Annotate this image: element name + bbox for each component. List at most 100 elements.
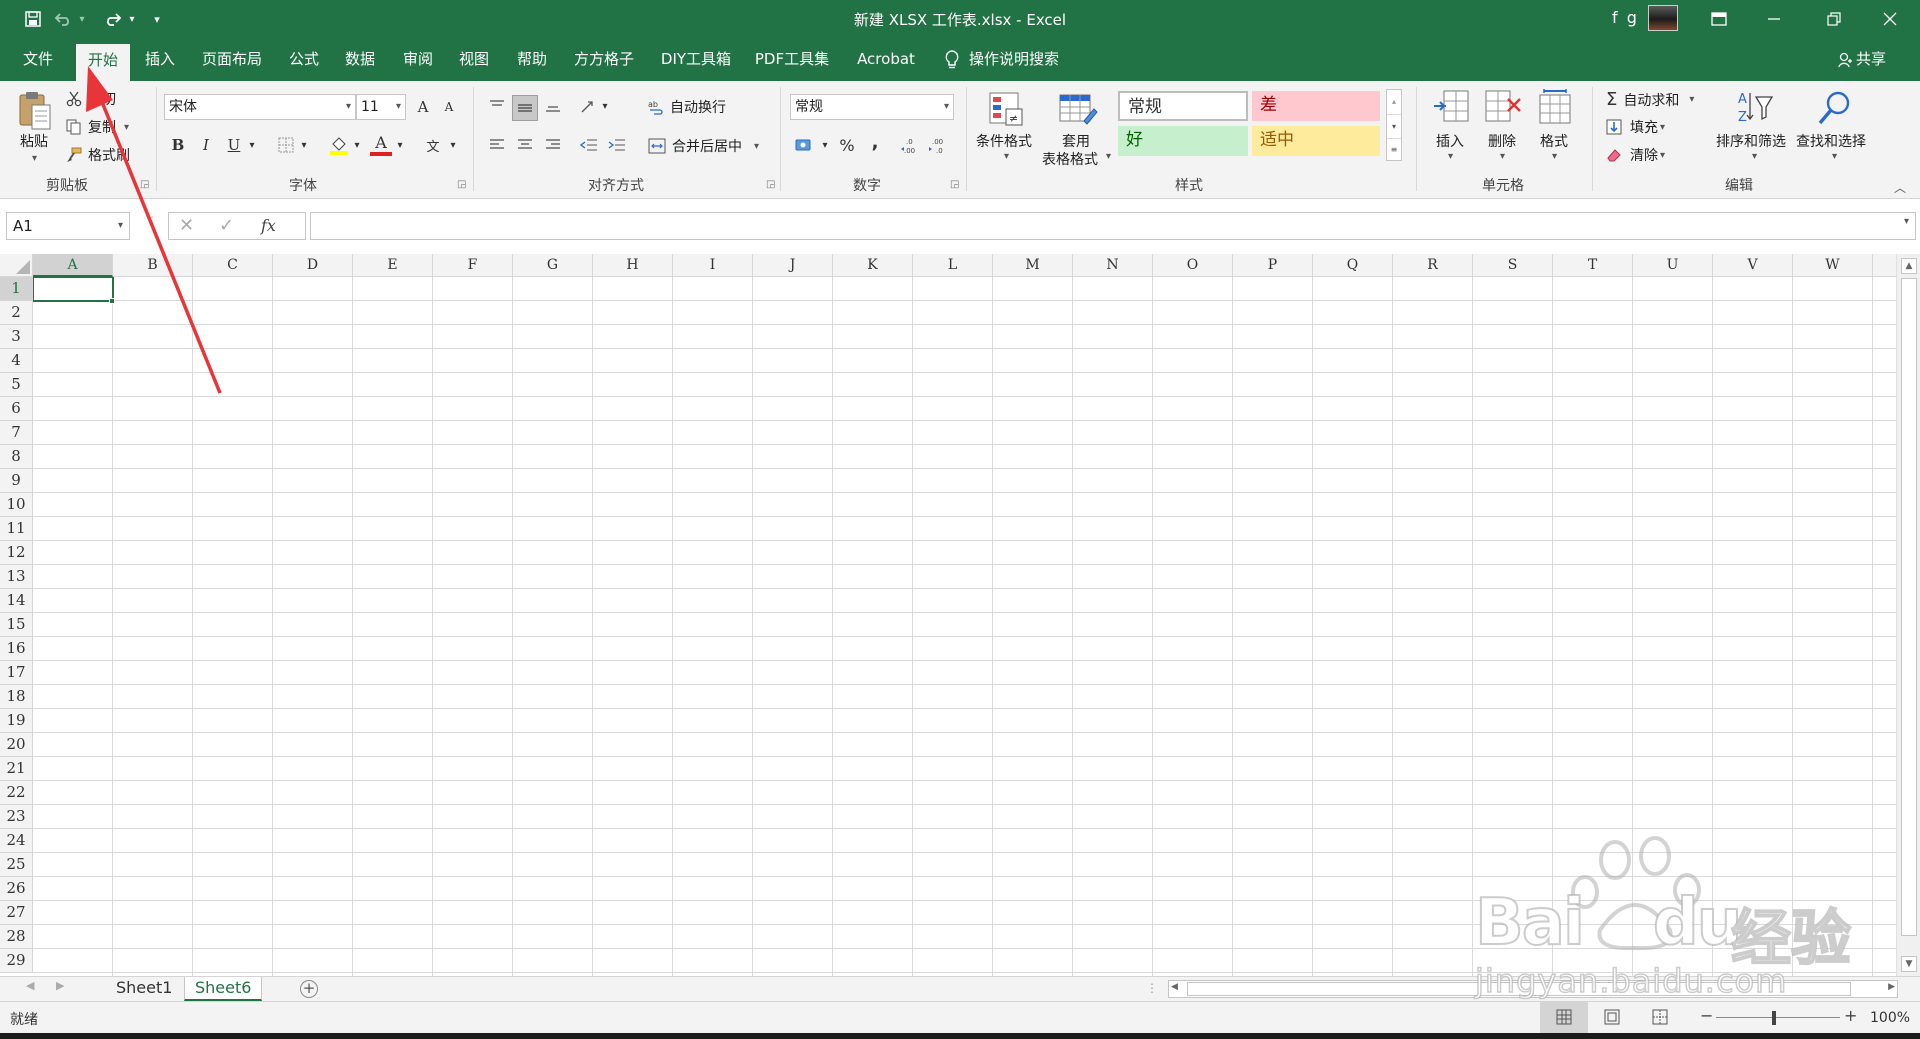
row-header-27[interactable]: 27 — [0, 901, 33, 925]
sort-filter-icon[interactable]: AZ — [1736, 89, 1776, 127]
column-header-a[interactable]: A — [33, 254, 113, 277]
increase-indent-icon[interactable] — [606, 134, 628, 156]
row-header-22[interactable]: 22 — [0, 781, 33, 805]
style-neutral[interactable]: 适中 — [1252, 126, 1380, 156]
column-header-k[interactable]: K — [833, 254, 913, 277]
row-header-10[interactable]: 10 — [0, 493, 33, 517]
zoom-slider-thumb[interactable] — [1772, 1011, 1776, 1025]
row-header-9[interactable]: 9 — [0, 469, 33, 493]
row-header-29[interactable]: 29 — [0, 949, 33, 973]
copy-dropdown-icon[interactable]: ▾ — [124, 122, 129, 133]
column-header-h[interactable]: H — [593, 254, 673, 277]
cut-button[interactable]: 剪切 — [66, 89, 116, 109]
zoom-out-button[interactable]: − — [1700, 1006, 1713, 1025]
row-header-3[interactable]: 3 — [0, 325, 33, 349]
style-normal[interactable]: 常规 — [1118, 91, 1248, 121]
close-icon[interactable] — [1860, 0, 1920, 38]
zoom-level[interactable]: 100% — [1870, 1010, 1910, 1026]
borders-icon[interactable] — [275, 134, 297, 156]
user-avatar[interactable] — [1648, 5, 1678, 31]
row-header-20[interactable]: 20 — [0, 733, 33, 757]
tab-home[interactable]: 开始 — [76, 44, 130, 81]
row-header-28[interactable]: 28 — [0, 925, 33, 949]
delete-cells-dropdown-icon[interactable]: ▾ — [1500, 151, 1505, 162]
page-layout-view-icon[interactable] — [1604, 1009, 1620, 1025]
column-header-w[interactable]: W — [1793, 254, 1873, 277]
column-header-f[interactable]: F — [433, 254, 513, 277]
select-all-button[interactable] — [0, 254, 33, 277]
row-header-4[interactable]: 4 — [0, 349, 33, 373]
horizontal-scrollbar[interactable]: ◀ ▶ — [1168, 980, 1898, 998]
format-as-table-label-2[interactable]: 表格格式 — [1042, 149, 1098, 169]
clear-button[interactable]: 清除 ▾ — [1606, 145, 1665, 165]
delete-cells-button[interactable]: 删除 — [1488, 131, 1516, 151]
insert-function-button[interactable]: fx — [261, 216, 276, 235]
fill-handle[interactable] — [109, 298, 115, 304]
column-header-q[interactable]: Q — [1313, 254, 1393, 277]
sheet-tab-sheet1[interactable]: Sheet1 — [106, 977, 182, 1001]
font-color-dropdown-icon[interactable]: ▾ — [393, 134, 407, 156]
chevron-down-icon[interactable]: ▾ — [1387, 114, 1401, 138]
row-header-15[interactable]: 15 — [0, 613, 33, 637]
prev-sheet-icon[interactable]: ◀ — [26, 979, 34, 992]
font-size-combo[interactable]: 11 ▾ — [356, 94, 406, 120]
ribbon-display-options-icon[interactable] — [1689, 0, 1749, 38]
tab-review[interactable]: 审阅 — [396, 46, 440, 73]
chevron-up-icon[interactable]: ▴ — [1387, 90, 1401, 114]
alignment-launcher-icon[interactable]: ◲ — [766, 179, 775, 190]
autosum-button[interactable]: Σ 自动求和 ▾ — [1606, 89, 1694, 110]
tab-fangfang[interactable]: 方方格子 — [568, 46, 640, 73]
tab-pdf-tools[interactable]: PDF工具集 — [750, 46, 834, 73]
underline-dropdown-icon[interactable]: ▾ — [245, 134, 259, 156]
bold-button[interactable]: B — [167, 134, 189, 156]
row-header-5[interactable]: 5 — [0, 373, 33, 397]
tab-insert[interactable]: 插入 — [138, 46, 182, 73]
row-header-7[interactable]: 7 — [0, 421, 33, 445]
row-header-21[interactable]: 21 — [0, 757, 33, 781]
align-center-icon[interactable] — [514, 134, 536, 156]
scroll-up-icon[interactable]: ▲ — [1901, 258, 1917, 274]
tab-diy-toolbox[interactable]: DIY工具箱 — [656, 46, 736, 73]
row-header-25[interactable]: 25 — [0, 853, 33, 877]
column-header-r[interactable]: R — [1393, 254, 1473, 277]
style-good[interactable]: 好 — [1118, 126, 1248, 156]
row-header-19[interactable]: 19 — [0, 709, 33, 733]
currency-dropdown-icon[interactable]: ▾ — [818, 134, 832, 156]
fill-color-icon[interactable] — [328, 134, 350, 156]
sheet-tab-sheet6[interactable]: Sheet6 — [184, 977, 263, 1001]
format-cells-button[interactable]: 格式 — [1540, 131, 1568, 151]
row-header-26[interactable]: 26 — [0, 877, 33, 901]
tab-file[interactable]: 文件 — [14, 46, 62, 73]
cancel-icon[interactable]: ✕ — [179, 215, 194, 236]
align-left-icon[interactable] — [486, 134, 508, 156]
formula-input[interactable]: ▾ — [310, 212, 1916, 240]
page-break-view-icon[interactable] — [1652, 1009, 1668, 1025]
column-header-v[interactable]: V — [1713, 254, 1793, 277]
delete-cells-icon[interactable] — [1484, 89, 1524, 127]
percent-button[interactable]: % — [836, 134, 858, 156]
column-header-i[interactable]: I — [673, 254, 753, 277]
phonetic-guide-button[interactable]: 文 — [422, 134, 444, 156]
name-box[interactable]: A1 ▾ — [6, 212, 130, 240]
paste-button[interactable]: 粘贴 — [20, 131, 48, 151]
format-as-table-icon[interactable] — [1058, 91, 1098, 129]
increase-decimal-icon[interactable]: .0.00 — [900, 134, 922, 156]
sort-filter-button[interactable]: 排序和筛选 — [1716, 131, 1786, 151]
column-header-g[interactable]: G — [513, 254, 593, 277]
normal-view-button[interactable] — [1540, 1002, 1588, 1033]
share-button[interactable]: 共享 — [1838, 46, 1886, 73]
tab-data[interactable]: 数据 — [338, 46, 382, 73]
minimize-icon[interactable] — [1744, 0, 1804, 38]
next-sheet-icon[interactable]: ▶ — [56, 979, 64, 992]
user-name[interactable]: f g — [1612, 8, 1639, 27]
font-name-combo[interactable]: 宋体 ▾ — [164, 94, 356, 120]
styles-gallery-scroll[interactable]: ▴ ▾ ≡ — [1386, 89, 1402, 161]
gallery-more-icon[interactable]: ≡ — [1387, 138, 1401, 160]
conditional-dropdown-icon[interactable]: ▾ — [1004, 151, 1009, 162]
scroll-right-icon[interactable]: ▶ — [1888, 982, 1895, 992]
column-header-n[interactable]: N — [1073, 254, 1153, 277]
conditional-formatting-button[interactable]: 条件格式 — [976, 131, 1032, 151]
comma-button[interactable]: , — [864, 131, 886, 153]
format-painter-button[interactable]: 格式刷 — [66, 145, 130, 165]
shrink-font-button[interactable]: A — [438, 96, 460, 118]
